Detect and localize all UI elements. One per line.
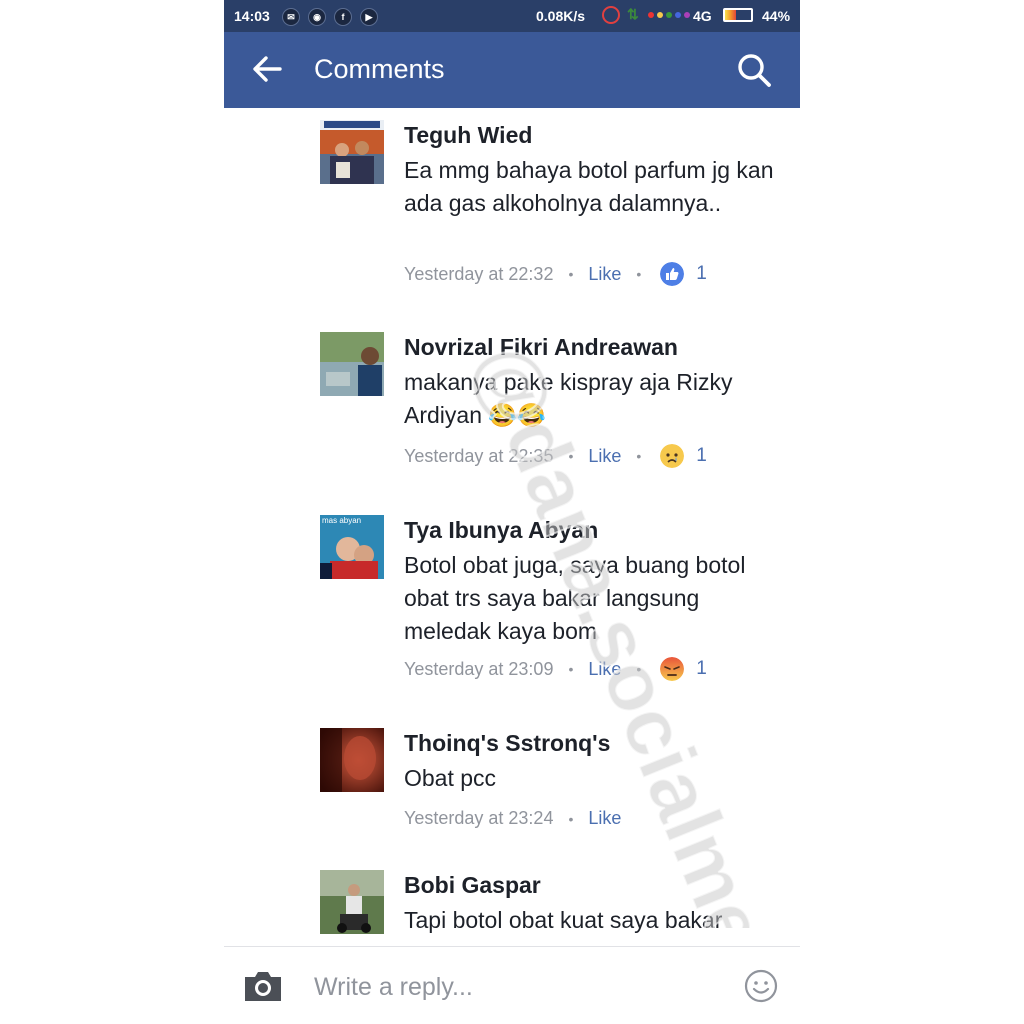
app-bar: Comments — [224, 32, 800, 108]
like-reaction-icon[interactable] — [660, 262, 685, 286]
comment-meta: Yesterday at 23:09 • Like • 1 — [404, 657, 707, 681]
comment-author[interactable]: Teguh Wied — [404, 122, 532, 149]
comment-text: makanya pake kispray aja Rizky Ardiyan 😂… — [404, 369, 733, 428]
comment-timestamp[interactable]: Yesterday at 22:32 — [404, 264, 553, 285]
comment-meta: Yesterday at 23:24 • Like — [404, 808, 622, 829]
reply-input[interactable] — [312, 969, 726, 1005]
avatar-caption: mas abyan — [322, 516, 362, 525]
status-time: 14:03 — [234, 8, 270, 24]
battery-icon — [723, 8, 753, 22]
comment-text: Ea mmg bahaya botol parfum jg kan ada ga… — [404, 157, 774, 216]
phone-screen: 14:03 ✉ ◉ f ▶ 0.08K/s ⇅ 4G 44% Comments — [224, 0, 800, 1024]
data-transfer-icon: ⇅ — [627, 6, 639, 22]
sad-reaction-icon[interactable] — [660, 444, 685, 468]
status-bar: 14:03 ✉ ◉ f ▶ 0.08K/s ⇅ 4G 44% — [224, 0, 800, 32]
like-button[interactable]: Like — [588, 446, 621, 467]
comment-timestamp[interactable]: Yesterday at 23:24 — [404, 808, 553, 829]
reply-bar — [224, 946, 800, 1024]
battery-percent: 44% — [762, 8, 791, 24]
messenger-icon: ✉ — [282, 8, 300, 26]
emoji-icon[interactable] — [744, 969, 778, 1003]
like-button[interactable]: Like — [588, 808, 621, 829]
camera-icon[interactable] — [242, 969, 284, 1003]
comment-meta: Yesterday at 22:35 • Like • 1 — [404, 444, 707, 468]
comment-author[interactable]: Tya Ibunya Abyan — [404, 517, 598, 544]
avatar[interactable] — [320, 120, 384, 184]
avatar[interactable] — [320, 332, 384, 396]
led-dots-icon — [648, 12, 690, 18]
avatar[interactable]: mas abyan — [320, 515, 384, 579]
comment-timestamp[interactable]: Yesterday at 23:09 — [404, 659, 553, 680]
like-button[interactable]: Like — [588, 264, 621, 285]
page-title: Comments — [314, 54, 445, 84]
android-icon: ◉ — [308, 8, 326, 26]
comment-meta: Yesterday at 22:32 • Like • 1 — [404, 262, 707, 286]
avatar[interactable] — [320, 870, 384, 934]
comment-text: Obat pcc — [404, 765, 497, 791]
comment-list[interactable]: Teguh Wied Ea mmg bahaya botol parfum jg… — [224, 108, 800, 946]
network-speed: 0.08K/s — [536, 8, 586, 24]
comment-timestamp[interactable]: Yesterday at 22:35 — [404, 446, 553, 467]
comment-author[interactable]: Bobi Gaspar — [404, 872, 541, 899]
comment-author[interactable]: Novrizal Fikri Andreawan — [404, 334, 678, 361]
facebook-icon: f — [334, 8, 352, 26]
network-type: 4G — [693, 8, 712, 24]
alarm-icon — [602, 6, 620, 24]
comment-author[interactable]: Thoinq's Sstronq's — [404, 730, 610, 757]
back-arrow-icon[interactable] — [250, 52, 284, 86]
comment-text: Botol obat juga, saya buang botol obat t… — [404, 552, 746, 644]
reaction-count: 1 — [696, 658, 707, 679]
battery-fill — [725, 10, 737, 20]
youtube-icon: ▶ — [360, 8, 378, 26]
reaction-count: 1 — [696, 263, 707, 284]
angry-reaction-icon[interactable] — [660, 657, 685, 681]
avatar[interactable] — [320, 728, 384, 792]
search-icon[interactable] — [736, 52, 772, 88]
reaction-count: 1 — [696, 445, 707, 466]
comment-text: Tapi botol obat kuat saya bakar — [404, 907, 723, 933]
like-button[interactable]: Like — [588, 659, 621, 680]
